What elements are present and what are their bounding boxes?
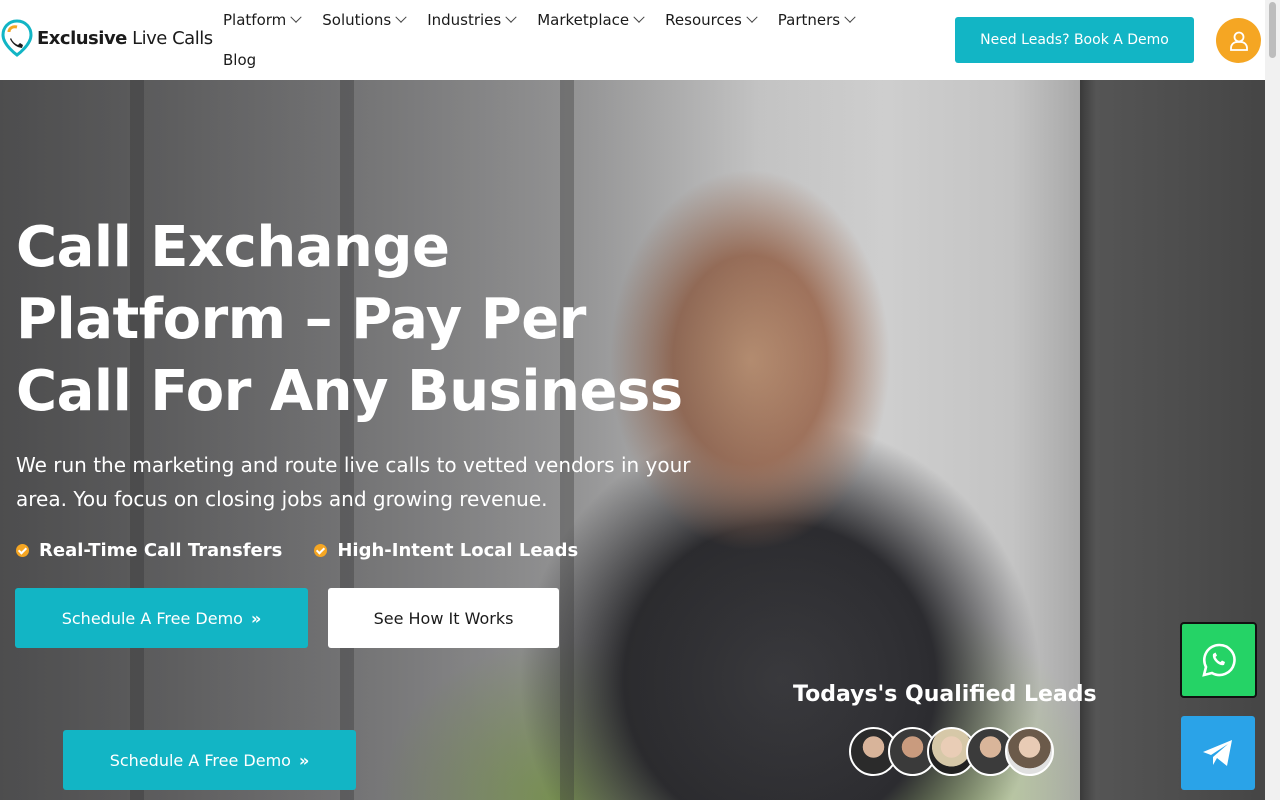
qualified-leads-heading: Todays's Qualified Leads [793,682,1097,707]
lead-avatars [849,727,1054,776]
hero-section: Call Exchange Platform – Pay Per Call Fo… [0,80,1265,800]
nav-item-platform[interactable]: Platform [223,11,302,29]
nav-item-label: Solutions [322,11,392,29]
feature-bullet: High-Intent Local Leads [314,540,578,561]
scrollbar-thumb[interactable] [1269,2,1276,58]
nav-item-label: Platform [223,11,287,29]
chevron-down-icon [844,11,856,23]
main-nav: Platform Solutions Industries Marketplac… [223,0,923,80]
book-demo-button[interactable]: Need Leads? Book A Demo [955,17,1194,63]
see-how-it-works-button[interactable]: See How It Works [328,588,559,648]
logo-text-light: Live Calls [126,27,213,49]
sticky-schedule-demo-button[interactable]: Schedule A Free Demo » [63,730,356,790]
schedule-demo-button[interactable]: Schedule A Free Demo » [15,588,308,648]
feature-bullet: Real-Time Call Transfers [16,540,282,561]
page-scrollbar[interactable] [1265,0,1280,800]
logo-text-bold: Exclusive [37,27,127,49]
hero-subtitle: We run the marketing and route live call… [16,453,691,511]
user-account-button[interactable] [1216,18,1261,63]
button-label: Schedule A Free Demo [109,750,291,770]
logo-icon [0,18,34,58]
nav-item-solutions[interactable]: Solutions [322,11,407,29]
whatsapp-icon [1201,643,1236,677]
telegram-icon [1203,740,1232,766]
chevron-down-icon [505,11,517,23]
nav-item-label: Resources [665,11,742,29]
button-label: Schedule A Free Demo [61,608,243,628]
nav-item-partners[interactable]: Partners [777,11,856,29]
feature-bullets: Real-Time Call Transfers High-Intent Loc… [16,540,610,561]
feature-bullet-label: High-Intent Local Leads [337,540,579,561]
chevron-down-icon [395,11,407,23]
hero-title: Call Exchange Platform – Pay Per Call Fo… [16,215,683,424]
user-icon [1229,31,1248,51]
logo[interactable]: Exclusive Live Calls [0,18,213,58]
double-chevron-right-icon: » [298,750,310,770]
nav-item-industries[interactable]: Industries [427,11,517,29]
nav-item-label: Industries [427,11,502,29]
chevron-down-icon [290,11,302,23]
nav-item-label: Partners [777,11,841,29]
nav-item-blog[interactable]: Blog [223,51,256,69]
feature-bullet-label: Real-Time Call Transfers [39,540,283,561]
double-chevron-right-icon: » [250,608,262,628]
avatar [1005,727,1054,776]
telegram-button[interactable] [1181,716,1255,790]
nav-item-label: Marketplace [537,11,630,29]
chevron-down-icon [633,11,645,23]
check-circle-icon [16,544,29,557]
nav-item-marketplace[interactable]: Marketplace [537,11,645,29]
whatsapp-button[interactable] [1180,622,1257,698]
site-header: Exclusive Live Calls Platform Solutions … [0,0,1265,80]
nav-item-resources[interactable]: Resources [665,11,758,29]
check-circle-icon [314,544,328,557]
chevron-down-icon [746,11,758,23]
